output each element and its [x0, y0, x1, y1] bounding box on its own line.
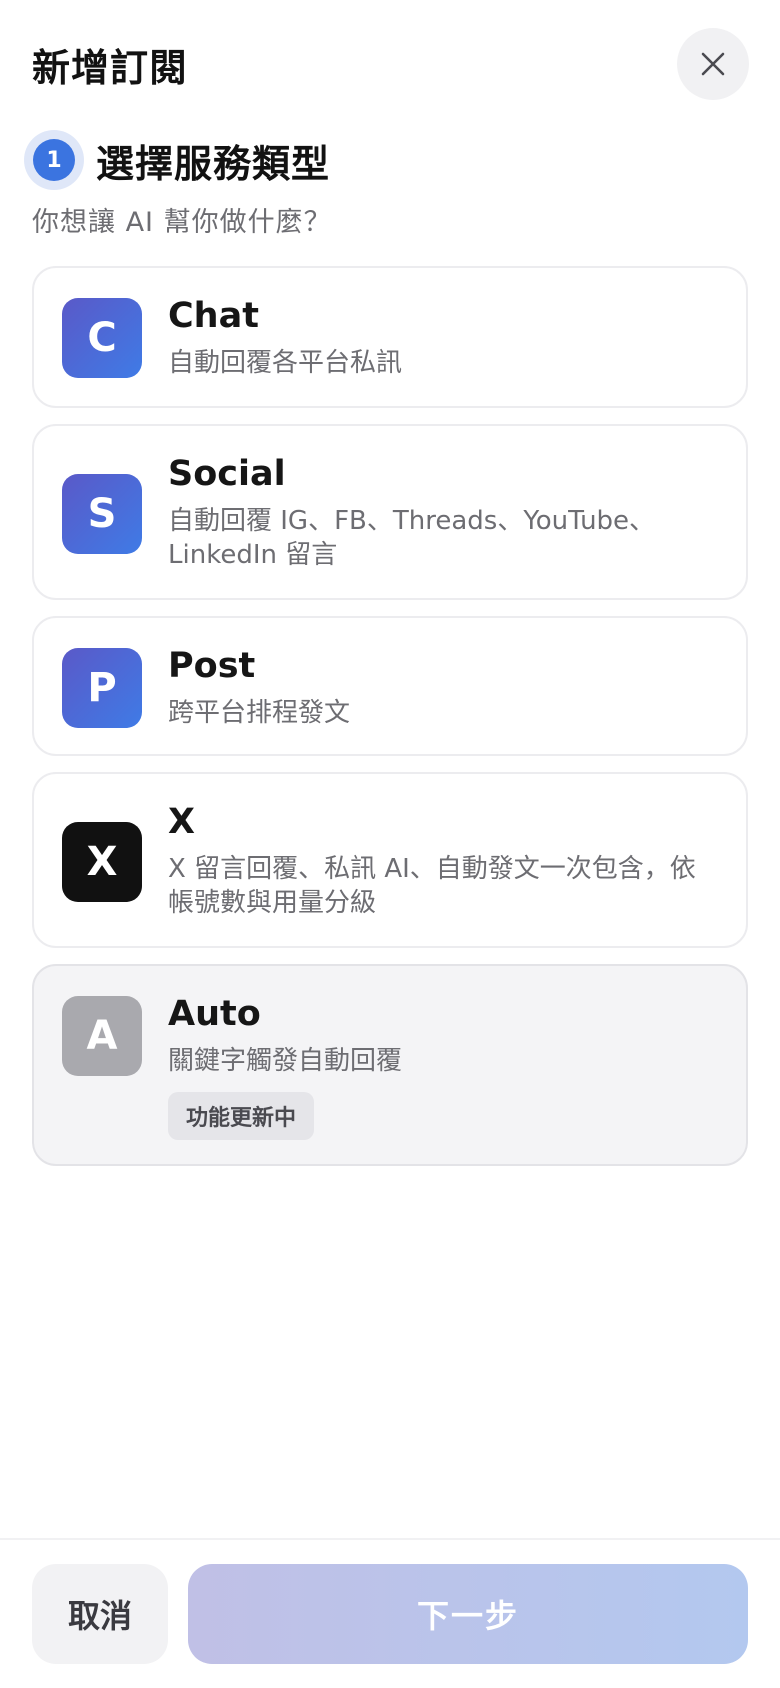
service-description: 自動回覆各平台私訊 — [168, 348, 403, 378]
service-card-x[interactable]: X X X 留言回覆、私訊 AI、自動發文一次包含，依帳號數與用量分級 — [32, 772, 748, 948]
service-card-auto: A Auto 關鍵字觸發自動回覆 功能更新中 — [32, 964, 748, 1166]
service-name: Auto — [168, 994, 261, 1034]
social-letter-icon: S — [62, 474, 142, 554]
header: 新增訂閱 — [32, 28, 749, 100]
close-icon — [701, 52, 725, 76]
step-subtitle: 你想讓 AI 幫你做什麼？ — [32, 207, 332, 238]
step-number-badge: 1 — [24, 130, 84, 190]
page-title: 新增訂閱 — [32, 45, 189, 90]
step-header: 1 選擇服務類型 — [24, 130, 330, 190]
close-button[interactable] — [677, 28, 749, 100]
cancel-button[interactable]: 取消 — [32, 1564, 168, 1664]
service-name: Post — [168, 646, 256, 686]
post-letter-icon: P — [62, 648, 142, 728]
footer-divider — [0, 1538, 780, 1540]
step-number: 1 — [33, 139, 75, 181]
service-name: Social — [168, 454, 286, 494]
service-description: 跨平台排程發文 — [168, 698, 351, 728]
step-title: 選擇服務類型 — [96, 141, 331, 186]
status-badge: 功能更新中 — [168, 1092, 315, 1140]
auto-letter-icon: A — [62, 996, 142, 1076]
service-description: X 留言回覆、私訊 AI、自動發文一次包含，依帳號數與用量分級 — [168, 854, 696, 918]
service-name: Chat — [168, 296, 259, 336]
service-name: X — [168, 802, 195, 842]
service-description: 關鍵字觸發自動回覆 — [168, 1046, 403, 1076]
service-card-post[interactable]: P Post 跨平台排程發文 — [32, 616, 748, 756]
x-letter-icon: X — [62, 822, 142, 902]
chat-letter-icon: C — [62, 298, 142, 378]
service-description: 自動回覆 IG、FB、Threads、YouTube、LinkedIn 留言 — [168, 506, 656, 570]
service-card-chat[interactable]: C Chat 自動回覆各平台私訊 — [32, 266, 748, 408]
service-card-social[interactable]: S Social 自動回覆 IG、FB、Threads、YouTube、Link… — [32, 424, 748, 600]
next-step-button[interactable]: 下一步 — [188, 1564, 748, 1664]
